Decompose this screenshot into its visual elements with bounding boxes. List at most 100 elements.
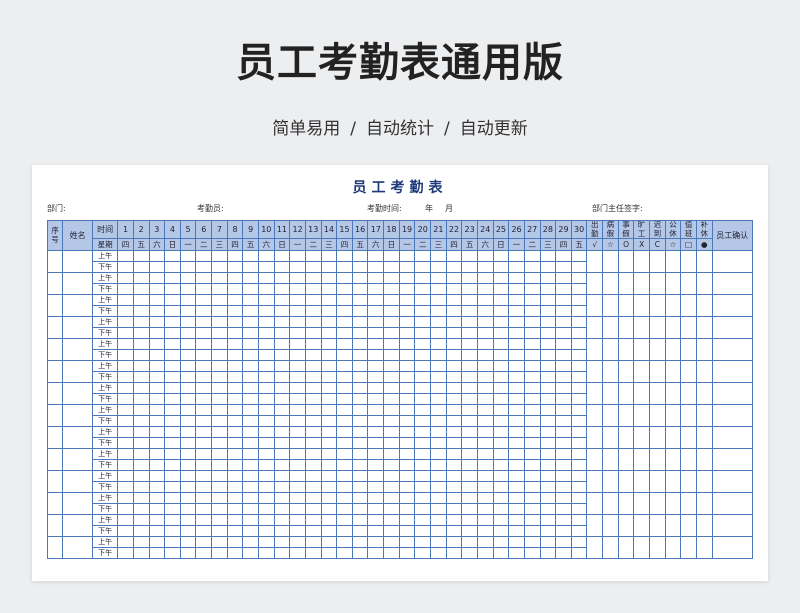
attendance-cell[interactable] bbox=[273, 272, 291, 285]
attendance-cell[interactable] bbox=[398, 305, 416, 318]
attendance-cell[interactable] bbox=[508, 415, 525, 428]
attendance-cell[interactable] bbox=[164, 547, 181, 560]
attendance-cell[interactable] bbox=[383, 283, 400, 296]
attendance-cell[interactable] bbox=[117, 404, 134, 417]
attendance-cell[interactable] bbox=[414, 327, 432, 340]
attendance-cell[interactable] bbox=[383, 349, 400, 362]
name-cell[interactable] bbox=[62, 448, 94, 472]
seq-cell[interactable] bbox=[46, 536, 64, 560]
attendance-cell[interactable] bbox=[179, 360, 197, 373]
attendance-cell[interactable] bbox=[570, 503, 588, 516]
attendance-cell[interactable] bbox=[179, 437, 197, 450]
summary-cell[interactable] bbox=[649, 316, 666, 340]
attendance-cell[interactable] bbox=[304, 459, 322, 472]
summary-cell[interactable] bbox=[602, 492, 619, 516]
attendance-cell[interactable] bbox=[320, 294, 338, 307]
attendance-cell[interactable] bbox=[555, 349, 572, 362]
attendance-cell[interactable] bbox=[414, 415, 432, 428]
summary-cell[interactable] bbox=[633, 382, 650, 406]
summary-cell[interactable] bbox=[695, 404, 713, 428]
attendance-cell[interactable] bbox=[304, 305, 322, 318]
attendance-cell[interactable] bbox=[273, 415, 291, 428]
attendance-cell[interactable] bbox=[492, 536, 510, 549]
attendance-cell[interactable] bbox=[211, 547, 228, 560]
attendance-cell[interactable] bbox=[492, 426, 510, 439]
summary-cell[interactable] bbox=[649, 338, 666, 362]
summary-cell[interactable] bbox=[695, 470, 713, 494]
attendance-cell[interactable] bbox=[461, 459, 478, 472]
attendance-cell[interactable] bbox=[383, 327, 400, 340]
attendance-cell[interactable] bbox=[539, 536, 557, 549]
attendance-cell[interactable] bbox=[555, 272, 572, 285]
attendance-cell[interactable] bbox=[367, 481, 385, 494]
attendance-cell[interactable] bbox=[211, 371, 228, 384]
attendance-cell[interactable] bbox=[289, 338, 306, 351]
attendance-cell[interactable] bbox=[336, 250, 353, 263]
attendance-cell[interactable] bbox=[523, 305, 541, 318]
attendance-cell[interactable] bbox=[508, 283, 525, 296]
attendance-cell[interactable] bbox=[179, 261, 197, 274]
attendance-cell[interactable] bbox=[508, 470, 525, 483]
attendance-cell[interactable] bbox=[383, 459, 400, 472]
attendance-cell[interactable] bbox=[523, 371, 541, 384]
attendance-cell[interactable] bbox=[461, 382, 478, 395]
attendance-cell[interactable] bbox=[132, 525, 150, 538]
attendance-cell[interactable] bbox=[430, 470, 447, 483]
attendance-cell[interactable] bbox=[555, 404, 572, 417]
attendance-cell[interactable] bbox=[445, 393, 463, 406]
attendance-cell[interactable] bbox=[555, 448, 572, 461]
attendance-cell[interactable] bbox=[132, 316, 150, 329]
attendance-cell[interactable] bbox=[164, 514, 181, 527]
attendance-cell[interactable] bbox=[257, 360, 275, 373]
attendance-cell[interactable] bbox=[273, 547, 291, 560]
name-cell[interactable] bbox=[62, 404, 94, 428]
attendance-cell[interactable] bbox=[555, 360, 572, 373]
attendance-cell[interactable] bbox=[430, 360, 447, 373]
attendance-cell[interactable] bbox=[179, 492, 197, 505]
attendance-cell[interactable] bbox=[555, 316, 572, 329]
attendance-cell[interactable] bbox=[304, 547, 322, 560]
attendance-cell[interactable] bbox=[523, 283, 541, 296]
attendance-cell[interactable] bbox=[320, 503, 338, 516]
attendance-cell[interactable] bbox=[383, 448, 400, 461]
attendance-cell[interactable] bbox=[289, 360, 306, 373]
attendance-cell[interactable] bbox=[351, 382, 369, 395]
attendance-cell[interactable] bbox=[257, 547, 275, 560]
attendance-cell[interactable] bbox=[508, 404, 525, 417]
attendance-cell[interactable] bbox=[539, 360, 557, 373]
attendance-cell[interactable] bbox=[289, 470, 306, 483]
attendance-cell[interactable] bbox=[179, 305, 197, 318]
summary-cell[interactable] bbox=[586, 250, 604, 274]
attendance-cell[interactable] bbox=[367, 437, 385, 450]
attendance-cell[interactable] bbox=[304, 272, 322, 285]
attendance-cell[interactable] bbox=[273, 327, 291, 340]
attendance-cell[interactable] bbox=[148, 547, 166, 560]
attendance-cell[interactable] bbox=[242, 404, 259, 417]
attendance-cell[interactable] bbox=[273, 360, 291, 373]
attendance-cell[interactable] bbox=[414, 393, 432, 406]
summary-cell[interactable] bbox=[602, 272, 619, 296]
attendance-cell[interactable] bbox=[336, 426, 353, 439]
summary-cell[interactable] bbox=[617, 536, 635, 560]
attendance-cell[interactable] bbox=[523, 327, 541, 340]
attendance-cell[interactable] bbox=[242, 547, 259, 560]
summary-cell[interactable] bbox=[695, 514, 713, 538]
attendance-cell[interactable] bbox=[132, 349, 150, 362]
attendance-cell[interactable] bbox=[523, 514, 541, 527]
attendance-cell[interactable] bbox=[336, 261, 353, 274]
attendance-cell[interactable] bbox=[320, 393, 338, 406]
attendance-cell[interactable] bbox=[257, 492, 275, 505]
attendance-cell[interactable] bbox=[430, 404, 447, 417]
attendance-cell[interactable] bbox=[523, 360, 541, 373]
attendance-cell[interactable] bbox=[289, 316, 306, 329]
attendance-cell[interactable] bbox=[383, 547, 400, 560]
attendance-cell[interactable] bbox=[117, 349, 134, 362]
summary-cell[interactable] bbox=[586, 492, 604, 516]
summary-cell[interactable] bbox=[617, 382, 635, 406]
seq-cell[interactable] bbox=[46, 426, 64, 450]
attendance-cell[interactable] bbox=[508, 371, 525, 384]
attendance-cell[interactable] bbox=[148, 327, 166, 340]
attendance-cell[interactable] bbox=[539, 426, 557, 439]
attendance-cell[interactable] bbox=[195, 547, 213, 560]
attendance-cell[interactable] bbox=[476, 371, 494, 384]
